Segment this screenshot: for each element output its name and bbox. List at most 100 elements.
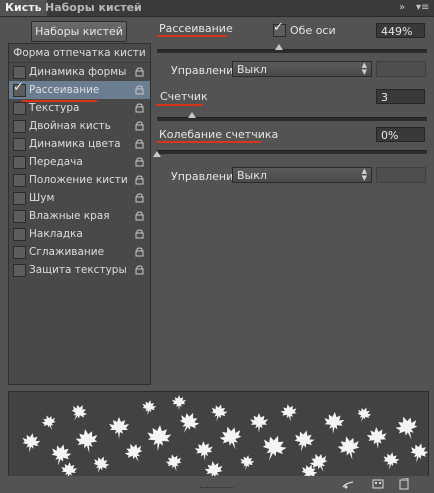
count-jitter-slider-thumb[interactable]	[153, 151, 161, 157]
tab-bar: Кисть Наборы кистей » ▾≡	[0, 0, 434, 17]
option-label: Сглаживание	[29, 246, 105, 258]
leaf-shape	[67, 401, 90, 425]
brush-option-item[interactable]: ✓ Рассеивание	[9, 80, 150, 99]
checkmark-icon: ✓	[13, 80, 24, 95]
leaf-shape	[291, 427, 317, 455]
lock-icon[interactable]	[135, 247, 144, 257]
leaf-shape	[257, 431, 290, 465]
count-jitter-slider[interactable]	[157, 150, 427, 154]
annotation-underline	[22, 100, 97, 102]
count-jitter-label: Колебание счетчика	[159, 128, 279, 141]
annotation-underline	[157, 35, 227, 37]
brush-option-item[interactable]: Накладка	[9, 225, 150, 243]
maple-leaf-stroke	[20, 395, 428, 476]
updown-arrows-icon: ▲ ▼	[361, 61, 367, 76]
count-control-select[interactable]: Выкл ▲ ▼	[232, 167, 372, 183]
lock-icon[interactable]	[135, 211, 144, 221]
option-checkbox[interactable]	[13, 138, 26, 151]
count-slider-thumb[interactable]	[188, 112, 197, 118]
scatter-control-extra-field	[376, 61, 426, 77]
lock-icon[interactable]	[135, 85, 144, 95]
leaf-shape	[60, 461, 78, 476]
new-preset-icon[interactable]	[398, 478, 410, 490]
scatter-control-value: Выкл	[237, 63, 267, 76]
option-checkbox[interactable]	[13, 174, 26, 187]
leaf-shape	[145, 423, 173, 453]
brush-option-item[interactable]: Шум	[9, 189, 150, 207]
option-label: Влажные края	[29, 210, 110, 222]
annotation-underline	[156, 104, 203, 106]
lock-icon[interactable]	[135, 229, 144, 239]
count-slider[interactable]	[157, 117, 427, 121]
lock-icon[interactable]	[135, 139, 144, 149]
option-checkbox[interactable]	[13, 192, 26, 205]
option-checkbox[interactable]	[13, 156, 26, 169]
brush-option-item[interactable]: Влажные края	[9, 207, 150, 225]
brush-option-item[interactable]: Динамика формы	[9, 63, 150, 81]
brush-option-item[interactable]: Двойная кисть	[9, 117, 150, 135]
count-jitter-value-field[interactable]: 0%	[376, 127, 425, 142]
lock-icon[interactable]	[135, 193, 144, 203]
lock-icon[interactable]	[135, 103, 144, 113]
brush-option-item[interactable]: Положение кисти	[9, 171, 150, 189]
count-label: Счетчик	[160, 90, 208, 103]
collapse-panel-icon[interactable]: »	[399, 0, 405, 16]
grid-panel-icon[interactable]	[372, 478, 384, 490]
leaf-shape	[392, 412, 422, 444]
lock-icon[interactable]	[135, 121, 144, 131]
option-checkbox[interactable]	[13, 102, 26, 115]
leaf-shape	[90, 453, 112, 476]
brush-presets-button[interactable]: Наборы кистей	[31, 21, 127, 42]
leaf-shape	[74, 427, 101, 455]
lock-icon[interactable]	[135, 175, 144, 185]
option-checkbox[interactable]	[13, 66, 26, 79]
option-checkbox[interactable]	[13, 210, 26, 223]
option-checkbox[interactable]	[13, 228, 26, 241]
checkmark-icon: ✓	[273, 20, 284, 35]
leaf-shape	[140, 398, 158, 417]
leaf-shape	[238, 453, 256, 472]
brush-option-item[interactable]: Защита текстуры	[9, 261, 150, 279]
scatter-label: Рассеивание	[159, 22, 233, 35]
leaf-shape	[109, 417, 129, 439]
leaf-shape	[250, 413, 268, 433]
leaf-shape	[122, 440, 147, 466]
scatter-control-select[interactable]: Выкл ▲ ▼	[232, 61, 372, 77]
panel-menu-icon[interactable]: ▾≡	[416, 0, 429, 16]
resize-grip[interactable]	[200, 487, 234, 493]
both-axes-label: Обе оси	[290, 24, 336, 37]
brush-option-item[interactable]: Сглаживание	[9, 243, 150, 261]
count-control-value: Выкл	[237, 169, 267, 182]
brush-settings-list: Форма отпечатка кисти Динамика формы ✓ Рас…	[8, 43, 151, 385]
brush-option-item[interactable]: Динамика цвета	[9, 135, 150, 153]
updown-arrows-icon: ▲ ▼	[361, 167, 367, 182]
tab-brush-presets[interactable]: Наборы кистей	[40, 0, 147, 16]
leaf-shape	[194, 440, 214, 462]
leaf-shape	[203, 459, 225, 476]
option-label: Положение кисти	[29, 174, 128, 186]
scatter-slider-thumb[interactable]	[274, 44, 283, 50]
option-checkbox[interactable]: ✓	[13, 80, 26, 97]
option-checkbox[interactable]	[13, 264, 26, 277]
both-axes-checkbox[interactable]: ✓	[273, 20, 286, 37]
leaf-shape	[279, 402, 299, 423]
brush-eye-icon[interactable]	[342, 478, 354, 490]
lock-icon[interactable]	[135, 265, 144, 275]
lock-icon[interactable]	[135, 67, 144, 77]
brush-tip-shape-header[interactable]: Форма отпечатка кисти	[9, 44, 150, 63]
brush-option-item[interactable]: Передача	[9, 153, 150, 171]
option-checkbox[interactable]	[13, 246, 26, 259]
option-label: Динамика цвета	[29, 138, 121, 150]
brush-stroke-preview	[8, 391, 429, 477]
scatter-value-field[interactable]: 449%	[376, 23, 425, 38]
scatter-slider[interactable]	[157, 49, 427, 53]
count-value-field[interactable]: 3	[376, 89, 425, 104]
leaf-shape	[216, 422, 246, 454]
leaf-shape	[407, 440, 428, 465]
lock-icon[interactable]	[135, 157, 144, 167]
leaf-shape	[40, 413, 59, 433]
leaf-shape	[354, 405, 373, 425]
option-label: Защита текстуры	[29, 264, 127, 276]
option-checkbox[interactable]	[13, 120, 26, 133]
leaf-shape	[208, 402, 229, 424]
